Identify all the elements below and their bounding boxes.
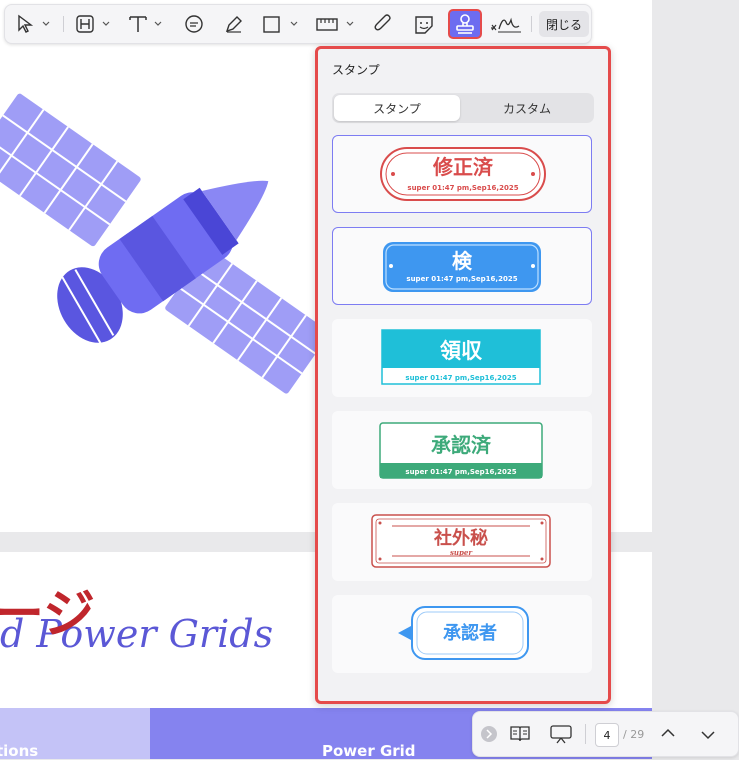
presentation-icon bbox=[550, 725, 572, 744]
stamp-text: 承認者 bbox=[443, 622, 497, 644]
close-button[interactable]: 閉じる bbox=[539, 11, 589, 37]
stamp-badge: 承認済 super 01:47 pm,Sep16,2025 bbox=[379, 422, 543, 479]
stamp-subtext: super bbox=[450, 548, 473, 557]
stamp-subtext: super 01:47 pm,Sep16,2025 bbox=[405, 468, 516, 476]
stamp-subtext: super 01:47 pm,Sep16,2025 bbox=[407, 184, 518, 192]
table-header-left: tions bbox=[0, 742, 39, 760]
nav-separator bbox=[585, 724, 586, 744]
toolbar-separator bbox=[531, 16, 532, 32]
sticker-icon bbox=[415, 16, 433, 34]
heading-tool-button[interactable] bbox=[75, 11, 115, 37]
stamp-text: 領収 bbox=[440, 339, 483, 363]
chevron-up-icon bbox=[661, 728, 675, 737]
chevron-down-icon bbox=[701, 731, 715, 740]
paperclip-icon bbox=[374, 14, 391, 31]
annotation-toolbar: 閉じる bbox=[4, 4, 592, 44]
stamp-text: 修正済 bbox=[432, 155, 494, 179]
comment-tool-button[interactable] bbox=[181, 11, 207, 37]
page-navigation-bar: 4 / 29 bbox=[472, 711, 739, 757]
chevron-right-icon bbox=[486, 729, 493, 739]
heading-icon bbox=[76, 15, 110, 33]
stamp-text: 社外秘 bbox=[434, 527, 488, 549]
book-view-button[interactable] bbox=[509, 724, 531, 748]
ruler-icon bbox=[316, 18, 354, 31]
book-icon bbox=[510, 726, 530, 742]
text-icon bbox=[129, 16, 162, 32]
tab-custom[interactable]: カスタム bbox=[462, 95, 592, 121]
sticker-tool-button[interactable] bbox=[411, 11, 437, 37]
stamp-panel: スタンプ スタンプ カスタム 修正済 super 01:47 pm,Sep16,… bbox=[315, 46, 611, 704]
stamp-card-shouninsha[interactable]: 承認者 bbox=[332, 595, 592, 673]
satellite-illustration bbox=[0, 93, 330, 394]
pen-icon bbox=[225, 16, 242, 33]
attach-tool-button[interactable] bbox=[371, 11, 397, 37]
stamp-badge: 承認者 bbox=[398, 606, 529, 660]
panel-title: スタンプ bbox=[332, 63, 380, 77]
comment-icon bbox=[185, 15, 203, 33]
stamp-card-shouninzumi[interactable]: 承認済 super 01:47 pm,Sep16,2025 bbox=[332, 411, 592, 489]
stamp-badge: 修正済 super 01:47 pm,Sep16,2025 bbox=[380, 147, 546, 201]
stamp-icon bbox=[456, 14, 474, 34]
expand-button[interactable] bbox=[481, 726, 497, 742]
next-page-button[interactable] bbox=[699, 725, 717, 747]
tab-stamps[interactable]: スタンプ bbox=[334, 95, 460, 121]
stamp-badge: 検 super 01:47 pm,Sep16,2025 bbox=[383, 242, 541, 292]
shape-tool-button[interactable] bbox=[261, 11, 303, 37]
stamp-card-shuseizumi[interactable]: 修正済 super 01:47 pm,Sep16,2025 bbox=[332, 135, 592, 213]
stamp-card-ken[interactable]: 検 super 01:47 pm,Sep16,2025 bbox=[332, 227, 592, 305]
page-total: / 29 bbox=[623, 728, 645, 741]
stamp-tab-switch: スタンプ カスタム bbox=[332, 93, 594, 123]
select-tool-button[interactable] bbox=[15, 11, 55, 37]
stamp-card-shagaihi[interactable]: 社外秘 super bbox=[332, 503, 592, 581]
present-button[interactable] bbox=[549, 724, 573, 748]
signature-tool-button[interactable] bbox=[489, 11, 523, 37]
stamp-badge: 領収 super 01:47 pm,Sep16,2025 bbox=[381, 329, 541, 385]
rectangle-icon bbox=[263, 16, 298, 33]
cursor-icon bbox=[18, 14, 50, 33]
signature-icon bbox=[491, 17, 521, 33]
text-tool-button[interactable] bbox=[127, 11, 167, 37]
overlay-text: ージ bbox=[0, 585, 95, 645]
stamp-subtext: super 01:47 pm,Sep16,2025 bbox=[405, 374, 516, 382]
stamp-badge: 社外秘 super bbox=[371, 514, 551, 568]
stamp-tool-button[interactable] bbox=[448, 9, 482, 39]
previous-page-button[interactable] bbox=[659, 725, 677, 747]
stamp-text: 検 bbox=[452, 249, 473, 273]
stamp-subtext: super 01:47 pm,Sep16,2025 bbox=[406, 275, 517, 283]
stamp-text: 承認済 bbox=[431, 433, 492, 457]
page-number-input[interactable]: 4 bbox=[595, 723, 619, 747]
table-header-right: Power Grid bbox=[322, 742, 416, 760]
measure-tool-button[interactable] bbox=[315, 11, 359, 37]
highlight-tool-button[interactable] bbox=[221, 11, 247, 37]
stamp-card-ryoushuu[interactable]: 領収 super 01:47 pm,Sep16,2025 bbox=[332, 319, 592, 397]
toolbar-separator bbox=[63, 16, 64, 32]
